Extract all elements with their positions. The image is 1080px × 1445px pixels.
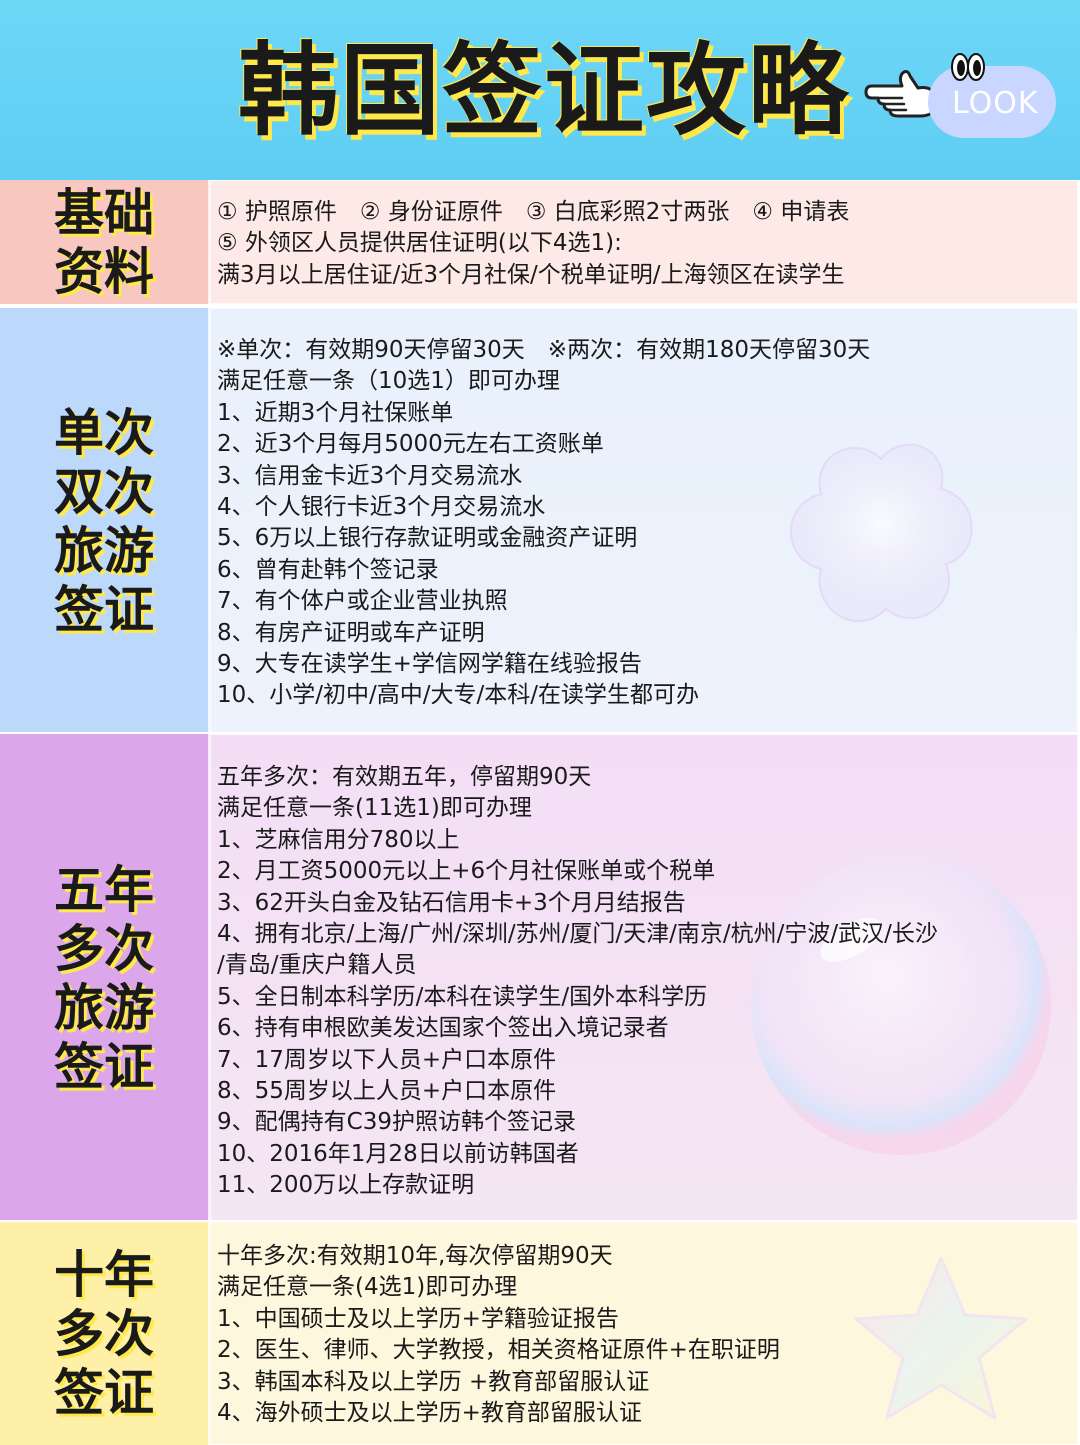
list-item: 满3月以上居住证/近3个月社保/个税单证明/上海领区在读学生 — [217, 261, 845, 288]
section-label-cell: 十年多次签证 — [0, 1222, 210, 1445]
list-item: 5、6万以上银行存款证明或金融资产证明 — [217, 525, 638, 552]
section-label-cell: 单次双次旅游签证 — [0, 308, 210, 734]
list-item: 6、持有申根欧美发达国家个签出入境记录者 — [217, 1015, 669, 1042]
ten-lines: 十年多次:有效期10年,每次停留期90天 满足任意一条(4选1)即可办理 1、中国硕… — [217, 1241, 1073, 1429]
section-label-cell: 五年多次旅游签证 — [0, 734, 210, 1222]
single-lines: ※单次：有效期90天停留30天 ※两次：有效期180天停留30天 满足任意一条（1… — [217, 335, 1073, 712]
header-banner: 韩国签证攻略 LOOK — [0, 0, 1080, 180]
section-content-basic: ① 护照原件 ② 身份证原件 ③ 白底彩照2寸两张 ④ 申请表 ⑤ 外领区人员提供… — [210, 180, 1078, 304]
list-item: 满足任意一条（10选1）即可办理 — [217, 368, 560, 395]
look-logo-text: LOOK — [952, 86, 1039, 121]
section-content-single: ※单次：有效期90天停留30天 ※两次：有效期180天停留30天 满足任意一条（1… — [210, 308, 1078, 734]
list-item: ※单次：有效期90天停留30天 ※两次：有效期180天停留30天 — [217, 337, 871, 363]
list-item: 1、芝麻信用分780以上 — [217, 826, 460, 853]
list-item: 4、海外硕士及以上学历+教育部留服认证 — [217, 1400, 642, 1427]
list-item: 7、有个体户或企业营业执照 — [217, 588, 508, 615]
list-item: 1、近期3个月社保账单 — [217, 399, 454, 426]
list-item: 11、200万以上存款证明 — [217, 1172, 475, 1199]
list-item: 1、中国硕士及以上学历+学籍验证报告 — [217, 1305, 619, 1332]
list-item: 9、大专在读学生+学信网学籍在线验报告 — [217, 651, 642, 678]
list-item: 6、曾有赴韩个签记录 — [217, 556, 439, 583]
list-item: 5、全日制本科学历/本科在读学生/国外本科学历 — [217, 983, 708, 1010]
section-label-basic: 基础资料 — [54, 183, 154, 301]
section-label-cell: 基础资料 — [0, 180, 210, 304]
section-label-ten: 十年多次签证 — [54, 1245, 154, 1422]
list-item: 4、个人银行卡近3个月交易流水 — [217, 494, 546, 521]
section-content-ten: 十年多次:有效期10年,每次停留期90天 满足任意一条(4选1)即可办理 1、中国硕… — [210, 1222, 1078, 1445]
list-item: ① 护照原件 ② 身份证原件 ③ 白底彩照2寸两张 ④ 申请表 — [217, 199, 850, 225]
list-item: /青岛/重庆户籍人员 — [217, 952, 417, 979]
list-item: 3、信用金卡近3个月交易流水 — [217, 462, 523, 489]
list-item: 满足任意一条(11选1)即可办理 — [217, 795, 532, 822]
section-single-double-visa: 单次双次旅游签证 ※单次：有效期90天停留30天 ※两次：有效期180天停留30… — [0, 306, 1080, 734]
list-item: 五年多次：有效期五年，停留期90天 — [217, 764, 592, 790]
five-lines: 五年多次：有效期五年，停留期90天 满足任意一条(11选1)即可办理 1、芝麻信用分… — [217, 762, 1073, 1202]
list-item: 满足任意一条(4选1)即可办理 — [217, 1274, 518, 1301]
list-item: 4、拥有北京/上海/广州/深圳/苏州/厦门/天津/南京/杭州/宁波/武汉/长沙 — [217, 921, 938, 948]
list-item: 2、医生、律师、大学教授，相关资格证原件+在职证明 — [217, 1337, 780, 1364]
list-item: 7、17周岁以下人员+户口本原件 — [217, 1046, 557, 1073]
section-basic-documents: 基础资料 ① 护照原件 ② 身份证原件 ③ 白底彩照2寸两张 ④ 申请表 ⑤ 外领… — [0, 180, 1080, 304]
visa-guide-page: 韩国签证攻略 LOOK 基础资料 ① 护照原件 ② 身份证原件 ③ 白底彩照2寸… — [0, 0, 1080, 1445]
list-item: 8、有房产证明或车产证明 — [217, 619, 485, 646]
list-item: 10、小学/初中/高中/大专/本科/在读学生都可办 — [217, 682, 700, 709]
list-item: 2、近3个月每月5000元左右工资账单 — [217, 431, 604, 458]
list-item: 3、62开头白金及钻石信用卡+3个月月结报告 — [217, 889, 686, 916]
section-label-single: 单次双次旅游签证 — [54, 403, 154, 639]
list-item: 9、配偶持有C39护照访韩个签记录 — [217, 1109, 576, 1136]
section-label-five: 五年多次旅游签证 — [54, 860, 154, 1096]
section-five-year-visa: 五年多次旅游签证 五年多次：有效期五年，停留期90天 满足任意一条(11选1)即可… — [0, 732, 1080, 1222]
list-item: 10、2016年1月28日以前访韩国者 — [217, 1140, 579, 1167]
list-item: 2、月工资5000元以上+6个月社保账单或个税单 — [217, 858, 716, 885]
list-item: ⑤ 外领区人员提供居住证明(以下4选1): — [217, 230, 622, 257]
look-eyes-icon — [951, 53, 985, 81]
page-title: 韩国签证攻略 — [238, 31, 850, 149]
list-item: 十年多次:有效期10年,每次停留期90天 — [217, 1243, 613, 1269]
list-item: 8、55周岁以上人员+户口本原件 — [217, 1078, 557, 1105]
section-content-five: 五年多次：有效期五年，停留期90天 满足任意一条(11选1)即可办理 1、芝麻信用分… — [210, 734, 1078, 1222]
section-ten-year-visa: 十年多次签证 十年多次:有效期10年,每次停留期90天 满足任意一条(4选1)即可… — [0, 1220, 1080, 1445]
list-item: 3、韩国本科及以上学历 +教育部留服认证 — [217, 1368, 650, 1395]
basic-lines: ① 护照原件 ② 身份证原件 ③ 白底彩照2寸两张 ④ 申请表 ⑤ 外领区人员提供… — [217, 197, 1073, 291]
